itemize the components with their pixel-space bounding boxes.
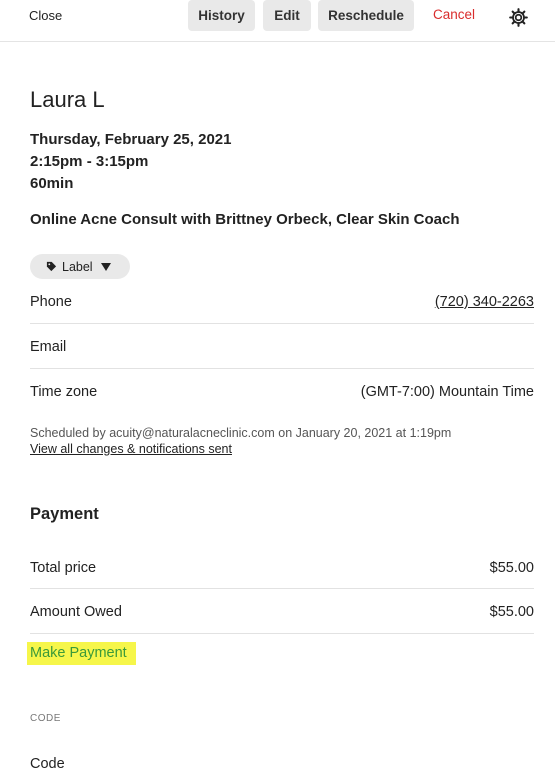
client-name: Laura L [30,87,105,112]
label-text: Label [62,259,93,274]
amount-owed-value: $55.00 [489,604,534,620]
close-button[interactable]: Close [29,8,62,24]
total-price-label: Total price [30,560,97,576]
appointment-type: Online Acne Consult with Brittney Orbeck… [30,211,460,228]
appointment-time: 2:15pm - 3:15pm [30,153,149,170]
divider [30,368,534,369]
phone-label: Phone [30,294,72,310]
scheduled-by-text: Scheduled by acuity@naturalacneclinic.co… [30,426,452,440]
email-label: Email [30,339,67,355]
amount-owed-label: Amount Owed [30,604,122,620]
history-button[interactable]: History [188,0,255,31]
cancel-button[interactable]: Cancel [433,7,475,23]
gear-icon[interactable] [508,7,529,28]
tag-icon [46,261,57,272]
label-dropdown[interactable]: Label [30,254,130,279]
make-payment-link[interactable]: Make Payment [27,642,136,665]
code-section-heading: CODE [30,713,61,724]
edit-button[interactable]: Edit [263,0,311,31]
timezone-label: Time zone [30,384,98,400]
reschedule-button[interactable]: Reschedule [318,0,414,31]
top-toolbar: Close History Edit Reschedule Cancel [0,0,555,42]
divider [30,588,534,589]
timezone-value: (GMT-7:00) Mountain Time [360,384,534,400]
total-price-value: $55.00 [489,560,534,576]
payment-heading: Payment [30,505,99,523]
caret-down-icon [100,262,111,271]
phone-link[interactable]: (720) 340-2263 [435,293,534,311]
appointment-date: Thursday, February 25, 2021 [30,131,232,148]
view-changes-link[interactable]: View all changes & notifications sent [30,442,232,457]
divider [30,323,534,324]
code-label: Code [30,756,65,772]
divider [30,633,534,634]
appointment-duration: 60min [30,175,74,192]
